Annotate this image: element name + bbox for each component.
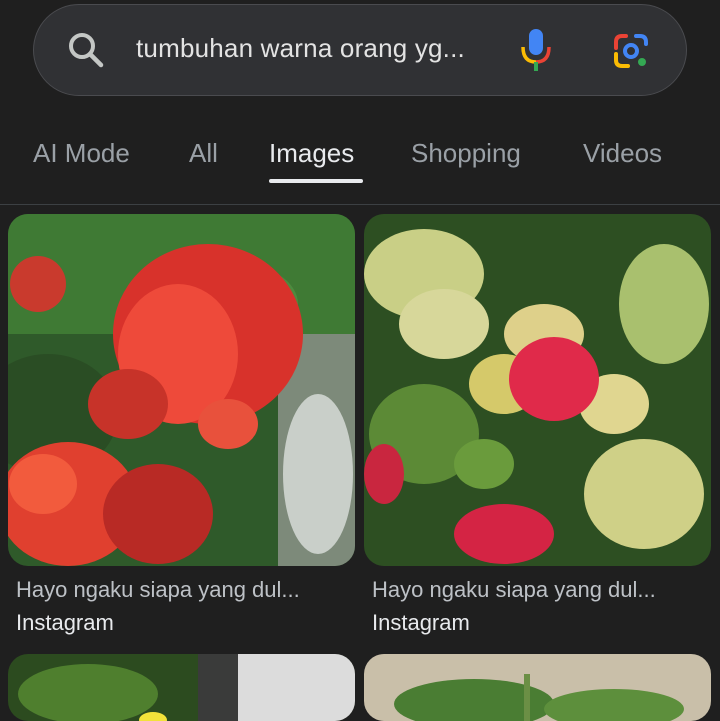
result-title-2[interactable]: Hayo ngaku siapa yang dul... (372, 577, 656, 603)
tab-shopping[interactable]: Shopping (411, 138, 521, 169)
result-image-2[interactable] (364, 214, 711, 566)
result-source-1[interactable]: Instagram (16, 610, 114, 636)
tab-ai-mode[interactable]: AI Mode (33, 138, 130, 169)
result-title-1[interactable]: Hayo ngaku siapa yang dul... (16, 577, 300, 603)
google-lens-icon[interactable] (610, 30, 652, 72)
tab-images[interactable]: Images (269, 138, 354, 169)
mic-icon[interactable] (518, 27, 554, 73)
result-source-2[interactable]: Instagram (372, 610, 470, 636)
result-image-1[interactable] (8, 214, 355, 566)
result-image-4[interactable] (364, 654, 711, 721)
tab-all[interactable]: All (189, 138, 218, 169)
search-icon[interactable] (66, 30, 106, 70)
search-query[interactable]: tumbuhan warna orang yg... (136, 33, 465, 64)
result-image-3[interactable] (8, 654, 355, 721)
active-tab-indicator (269, 179, 363, 183)
tabs-divider (0, 204, 720, 205)
tab-videos[interactable]: Videos (583, 138, 662, 169)
